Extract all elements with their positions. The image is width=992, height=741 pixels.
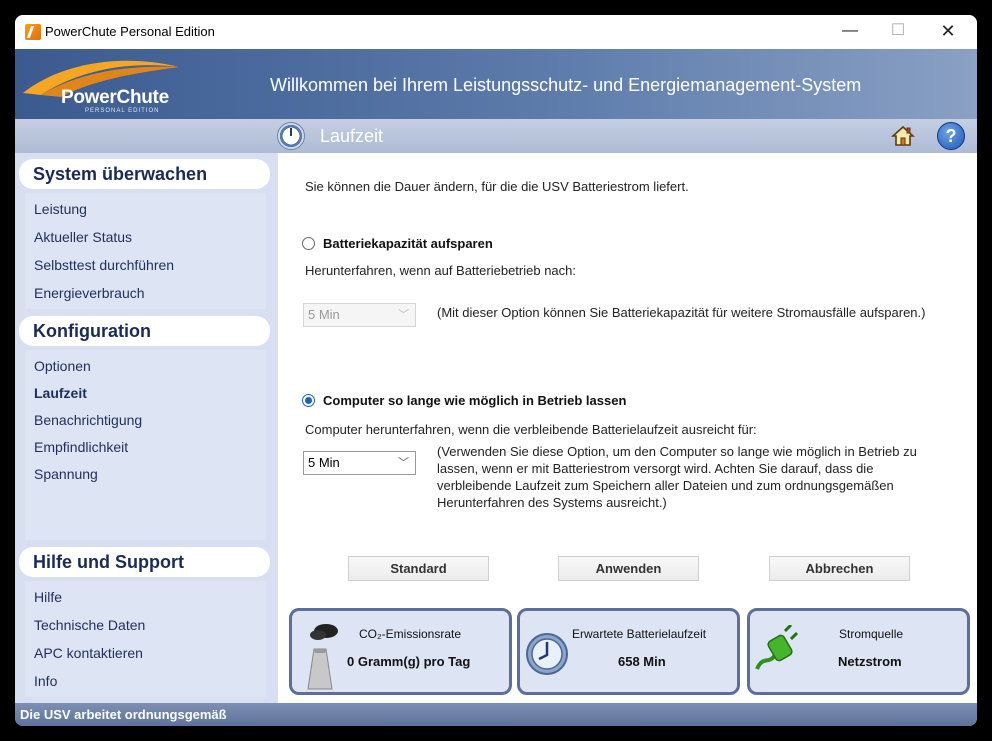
cancel-button[interactable]: Abbrechen	[769, 556, 910, 581]
logo-text: PowerChute	[61, 87, 169, 108]
power-plant-icon	[307, 624, 338, 690]
option-keep-running-note: (Verwenden Sie diese Option, um den Comp…	[437, 443, 917, 511]
sidebar-group-help-support: Hilfe und Support	[19, 547, 270, 577]
sidebar-item-benachrichtigung[interactable]: Benachrichtigung	[34, 412, 142, 428]
runtime-label: Erwartete Batterielaufzeit	[572, 627, 707, 641]
sidebar-item-technische-daten[interactable]: Technische Daten	[34, 617, 145, 633]
powerchute-app-icon	[25, 24, 41, 40]
app-header: PowerChute PERSONAL EDITION Willkommen b…	[15, 49, 977, 119]
minimize-button[interactable]: —	[827, 15, 873, 49]
main-content: Sie können die Dauer ändern, für die die…	[278, 153, 977, 703]
note-line: verbleibende Laufzeit zum Speichern alle…	[437, 478, 894, 493]
shutdown-after-select-value: 5 Min	[308, 307, 340, 322]
home-icon[interactable]	[891, 124, 915, 148]
radio-save-battery[interactable]	[302, 237, 315, 250]
section-title: Laufzeit	[320, 126, 384, 146]
close-button[interactable]: ✕	[925, 15, 971, 49]
apply-button[interactable]: Anwenden	[558, 556, 699, 581]
standard-button[interactable]: Standard	[348, 556, 489, 581]
sidebar-item-aktueller-status[interactable]: Aktueller Status	[34, 229, 132, 245]
chevron-down-icon: ﹀	[398, 457, 409, 469]
note-line: lassen, wenn er mit Batteriestrom versor…	[437, 461, 874, 476]
note-line: Herunterfahren des Systems ausreicht.)	[437, 495, 667, 510]
option-save-battery-note: (Mit dieser Option können Sie Batterieka…	[437, 305, 926, 320]
section-bar: Laufzeit ?	[15, 119, 977, 153]
remaining-runtime-select-value: 5 Min	[308, 455, 340, 470]
option-save-battery-label[interactable]: Batteriekapazität aufsparen	[323, 236, 493, 251]
maximize-button[interactable]: ☐	[875, 15, 921, 49]
option-keep-running-description: Computer herunterfahren, wenn die verble…	[305, 422, 757, 437]
remaining-runtime-select[interactable]: 5 Min ﹀	[303, 451, 416, 475]
power-source-card: Stromquelle Netzstrom	[747, 608, 970, 695]
intro-text: Sie können die Dauer ändern, für die die…	[305, 179, 689, 194]
power-source-label: Stromquelle	[839, 627, 904, 641]
logo-subtext: PERSONAL EDITION	[85, 108, 160, 114]
window-title: PowerChute Personal Edition	[45, 24, 215, 39]
status-bar: Die USV arbeitet ordnungsgemäß	[15, 703, 977, 726]
sidebar-item-energieverbrauch[interactable]: Energieverbrauch	[34, 285, 145, 301]
help-icon[interactable]: ?	[937, 122, 965, 150]
sidebar-group-configuration: Konfiguration	[19, 316, 270, 346]
shutdown-after-select[interactable]: 5 Min ﹀	[303, 303, 416, 327]
runtime-card: Erwartete Batterielaufzeit 658 Min	[517, 608, 740, 695]
status-text: Die USV arbeitet ordnungsgemäß	[20, 707, 227, 722]
sidebar-item-selbsttest[interactable]: Selbsttest durchführen	[34, 257, 174, 273]
option-keep-running-label[interactable]: Computer so lange wie möglich in Betrieb…	[323, 393, 626, 408]
sidebar-item-optionen[interactable]: Optionen	[34, 358, 91, 374]
clock-icon	[526, 633, 568, 675]
option-save-battery-description: Herunterfahren, wenn auf Batteriebetrieb…	[305, 263, 577, 278]
runtime-value: 658 Min	[618, 654, 666, 669]
sidebar-panel-configuration: Optionen Laufzeit Benachrichtigung Empfi…	[25, 350, 266, 540]
chevron-down-icon: ﹀	[398, 309, 409, 321]
sidebar: System überwachen Leistung Aktueller Sta…	[15, 153, 278, 703]
sidebar-item-apc-kontaktieren[interactable]: APC kontaktieren	[34, 645, 143, 661]
sidebar-item-info[interactable]: Info	[34, 673, 57, 689]
co2-value: 0 Gramm(g) pro Tag	[347, 654, 471, 669]
sidebar-panel-system-monitor: Leistung Aktueller Status Selbsttest dur…	[25, 193, 266, 309]
power-plug-icon	[755, 625, 799, 670]
sidebar-group-system-monitor: System überwachen	[19, 159, 270, 189]
title-bar: PowerChute Personal Edition — ☐ ✕	[15, 15, 977, 49]
co2-card: CO₂-Emissionsrate 0 Gramm(g) pro Tag	[289, 608, 512, 695]
clock-icon	[277, 122, 305, 150]
sidebar-item-leistung[interactable]: Leistung	[34, 201, 87, 217]
sidebar-item-empfindlichkeit[interactable]: Empfindlichkeit	[34, 439, 128, 455]
co2-label: CO₂-Emissionsrate	[359, 627, 462, 641]
sidebar-item-spannung[interactable]: Spannung	[34, 466, 98, 482]
sidebar-panel-help-support: Hilfe Technische Daten APC kontaktieren …	[25, 581, 266, 697]
sidebar-item-laufzeit[interactable]: Laufzeit	[34, 385, 87, 401]
radio-keep-running[interactable]	[302, 394, 315, 407]
power-source-value: Netzstrom	[838, 654, 902, 669]
note-line: (Verwenden Sie diese Option, um den Comp…	[437, 444, 917, 459]
app-window: PowerChute Personal Edition — ☐ ✕ PowerC…	[15, 15, 977, 726]
welcome-heading: Willkommen bei Ihrem Leistungsschutz- un…	[270, 75, 862, 95]
sidebar-item-hilfe[interactable]: Hilfe	[34, 589, 62, 605]
